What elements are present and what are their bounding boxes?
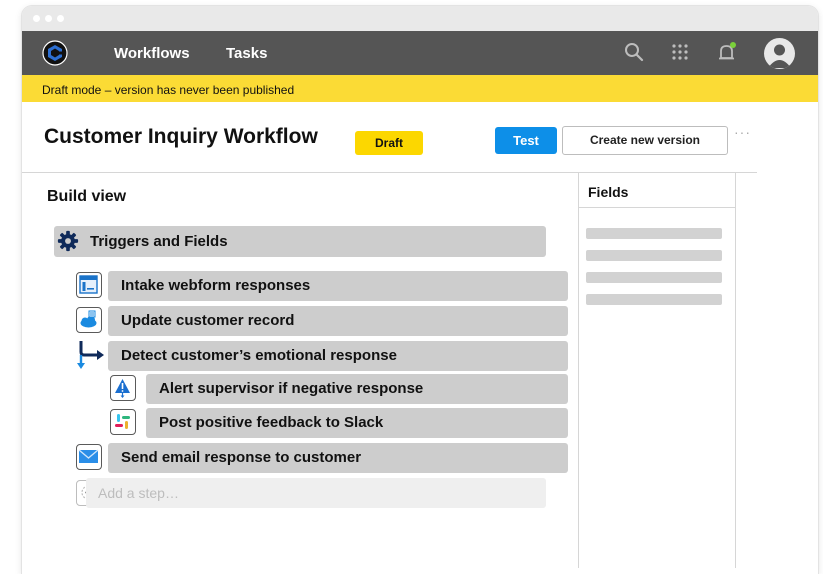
cloud-icon bbox=[76, 307, 102, 333]
step-send-email[interactable]: Send email response to customer bbox=[108, 443, 568, 473]
step-alert-supervisor[interactable]: Alert supervisor if negative response bbox=[146, 374, 568, 404]
branch-arrow-icon bbox=[77, 341, 104, 369]
nav-workflows[interactable]: Workflows bbox=[114, 45, 190, 62]
build-view-title: Build view bbox=[47, 188, 127, 205]
page-title: Customer Inquiry Workflow bbox=[44, 125, 318, 148]
status-badge: Draft bbox=[355, 131, 423, 155]
top-navbar: Workflows Tasks bbox=[22, 31, 818, 75]
search-icon[interactable] bbox=[623, 41, 645, 63]
add-step-input[interactable]: Add a step… bbox=[86, 478, 546, 508]
more-options-button[interactable]: ··· bbox=[734, 124, 751, 140]
field-placeholder bbox=[586, 228, 722, 239]
window-maximize-dot[interactable] bbox=[57, 15, 64, 22]
nav-tasks[interactable]: Tasks bbox=[226, 45, 267, 62]
create-new-version-button[interactable]: Create new version bbox=[562, 126, 728, 155]
content-divider bbox=[22, 172, 757, 173]
field-placeholder bbox=[586, 272, 722, 283]
fields-panel-right-border bbox=[735, 172, 736, 568]
fields-header-divider bbox=[578, 207, 736, 208]
test-button[interactable]: Test bbox=[495, 127, 557, 154]
window-minimize-dot[interactable] bbox=[45, 15, 52, 22]
triggers-and-fields-row[interactable]: Triggers and Fields bbox=[54, 226, 546, 257]
apps-grid-icon[interactable] bbox=[669, 41, 691, 63]
fields-panel-divider bbox=[578, 172, 579, 568]
user-avatar[interactable] bbox=[764, 38, 795, 69]
user-avatar-icon bbox=[768, 44, 791, 68]
fields-panel-title: Fields bbox=[588, 184, 629, 200]
draft-mode-banner: Draft mode – version has never been publ… bbox=[22, 75, 818, 102]
slack-icon bbox=[110, 409, 136, 435]
webform-icon bbox=[76, 272, 102, 298]
alert-icon bbox=[110, 375, 136, 401]
step-intake-webform[interactable]: Intake webform responses bbox=[108, 271, 568, 301]
mail-icon bbox=[76, 444, 102, 470]
gear-icon bbox=[57, 230, 79, 252]
step-post-to-slack[interactable]: Post positive feedback to Slack bbox=[146, 408, 568, 438]
notification-bell-icon[interactable] bbox=[715, 41, 739, 65]
step-update-customer-record[interactable]: Update customer record bbox=[108, 306, 568, 336]
step-detect-emotional-response[interactable]: Detect customer’s emotional response bbox=[108, 341, 568, 371]
app-logo-icon[interactable] bbox=[42, 40, 68, 66]
banner-text: Draft mode – version has never been publ… bbox=[42, 83, 295, 97]
window-close-dot[interactable] bbox=[33, 15, 40, 22]
field-placeholder bbox=[586, 250, 722, 261]
title-bar bbox=[22, 6, 818, 31]
field-placeholder bbox=[586, 294, 722, 305]
